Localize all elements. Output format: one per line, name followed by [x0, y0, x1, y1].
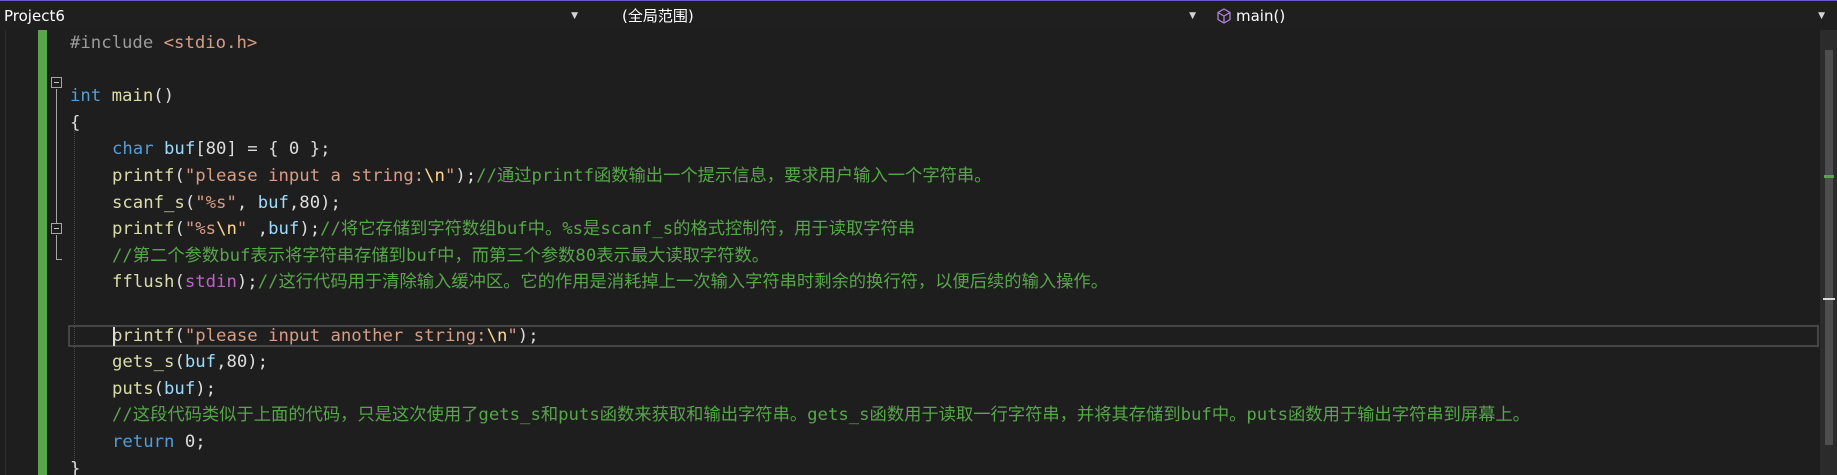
code-token: ,80);: [288, 192, 341, 213]
code-token: (: [153, 378, 165, 399]
code-token: //这行代码用于清除输入缓冲区。它的作用是消耗掉上一次输入字符串时剩余的换行符，…: [257, 272, 1108, 293]
code-line[interactable]: scanf_s("%s", buf,80);: [70, 190, 1530, 217]
code-line[interactable]: //第二个参数buf表示将字符串存储到buf中，而第三个参数80表示最大读取字符…: [70, 243, 1530, 270]
code-line[interactable]: puts(buf);: [70, 376, 1530, 403]
code-token: (: [174, 325, 185, 346]
code-token: (: [174, 272, 185, 293]
code-token: }: [70, 458, 81, 475]
text-caret: [113, 327, 115, 346]
code-token: (: [174, 352, 185, 373]
code-token: [80] = { 0 };: [195, 139, 331, 160]
code-token: ,: [236, 192, 258, 213]
chevron-down-icon: ▼: [571, 11, 578, 21]
member-dropdown[interactable]: main() ▼: [1214, 3, 1837, 29]
code-token: return: [112, 431, 175, 452]
code-token: //将它存储到字符数组buf中。%s是scanf_s的格式控制符，用于读取字符串: [320, 219, 916, 240]
code-token: char: [112, 139, 154, 160]
code-line[interactable]: fflush(stdin);//这行代码用于清除输入缓冲区。它的作用是消耗掉上一…: [70, 269, 1530, 296]
code-token: );: [195, 378, 217, 399]
fold-end-marker: [56, 259, 62, 260]
project-dropdown-label: Project6: [4, 7, 65, 25]
code-token: printf: [112, 325, 175, 346]
vertical-scrollbar[interactable]: [1820, 30, 1837, 475]
code-token: puts: [112, 378, 154, 399]
fold-toggle-icon[interactable]: [51, 223, 62, 234]
scrollbar-change-marker: [1824, 175, 1834, 178]
method-cube-icon: [1217, 8, 1231, 24]
code-text[interactable]: #include <stdio.h> int main(){char buf[8…: [70, 30, 1530, 475]
code-token: (: [174, 219, 185, 240]
code-token: buf: [164, 378, 196, 399]
code-token: "%s": [195, 192, 237, 213]
code-line[interactable]: gets_s(buf,80);: [70, 349, 1530, 376]
project-dropdown[interactable]: Project6 ▼: [0, 3, 590, 29]
member-dropdown-label: main(): [1236, 7, 1286, 25]
chevron-down-icon: ▼: [1189, 11, 1196, 21]
scrollbar-thumb[interactable]: [1825, 50, 1833, 445]
code-token: scanf_s: [112, 192, 185, 213]
chevron-down-icon: ▼: [1818, 11, 1825, 21]
navigation-bar: Project6 ▼ (全局范围) ▼ main() ▼: [0, 0, 1837, 30]
code-token: "please input a string:: [184, 165, 425, 186]
code-token: stdin: [184, 272, 237, 293]
code-token: buf: [257, 192, 289, 213]
code-line[interactable]: {: [70, 110, 1530, 137]
code-line[interactable]: #include <stdio.h>: [70, 30, 1530, 57]
code-token: buf: [164, 139, 196, 160]
code-token: //这段代码类似于上面的代码，只是这次使用了gets_s和puts函数来获取和输…: [112, 405, 1530, 426]
code-token: buf: [268, 219, 300, 240]
code-token: #include: [70, 33, 164, 53]
code-token: 0;: [174, 431, 206, 452]
code-line[interactable]: printf("%s\n" ,buf);//将它存储到字符数组buf中。%s是s…: [70, 216, 1530, 243]
code-line[interactable]: char buf[80] = { 0 };: [70, 136, 1530, 163]
code-token: //第二个参数buf表示将字符串存储到buf中，而第三个参数80表示最大读取字符…: [112, 245, 770, 266]
code-line[interactable]: printf("please input another string:\n")…: [70, 323, 1530, 350]
code-token: );: [517, 325, 539, 346]
code-line[interactable]: [70, 296, 1530, 323]
code-token: (: [174, 165, 185, 186]
code-token: //通过printf函数输出一个提示信息，要求用户输入一个字符串。: [476, 165, 992, 186]
code-token: {: [70, 112, 81, 133]
code-token: printf: [112, 219, 175, 240]
code-token: );: [455, 165, 477, 186]
code-token: \n: [486, 325, 508, 346]
code-token: buf: [184, 352, 217, 373]
code-line[interactable]: [70, 57, 1530, 84]
code-token: ,: [247, 219, 269, 240]
code-token: ": [444, 165, 456, 186]
code-token: printf: [112, 165, 175, 186]
code-token: ": [507, 325, 518, 346]
fold-guide-line: [56, 89, 57, 223]
change-tracking-bar: [38, 30, 47, 475]
code-editor[interactable]: #include <stdio.h> int main(){char buf[8…: [0, 30, 1837, 475]
code-line[interactable]: //这段代码类似于上面的代码，只是这次使用了gets_s和puts函数来获取和输…: [70, 402, 1530, 429]
scrollbar-caret-marker: [1823, 298, 1835, 300]
fold-toggle-icon[interactable]: [51, 77, 62, 88]
code-token: (): [153, 86, 175, 107]
code-token: fflush: [112, 272, 175, 293]
code-line[interactable]: }: [70, 456, 1530, 475]
code-token: ,80);: [216, 352, 269, 373]
code-line[interactable]: return 0;: [70, 429, 1530, 456]
scope-dropdown[interactable]: (全局范围) ▼: [596, 3, 1208, 29]
code-token: );: [299, 219, 321, 240]
code-token: main: [111, 86, 154, 107]
code-line[interactable]: int main(): [70, 83, 1530, 110]
code-token: ": [236, 219, 248, 240]
fold-guide-line: [56, 235, 57, 259]
code-token: );: [236, 272, 258, 293]
glyph-margin: [0, 30, 6, 475]
code-token: "please input another string:: [184, 325, 487, 346]
code-line[interactable]: printf("please input a string:\n");//通过p…: [70, 163, 1530, 190]
code-token: \n: [424, 165, 445, 186]
scope-dropdown-label: (全局范围): [622, 7, 694, 25]
code-token: <stdio.h>: [163, 33, 258, 53]
code-token: int: [70, 86, 102, 107]
code-token: (: [184, 192, 196, 213]
code-token: gets_s: [112, 352, 175, 373]
code-token: \n: [216, 219, 237, 240]
code-token: "%s: [184, 219, 217, 240]
